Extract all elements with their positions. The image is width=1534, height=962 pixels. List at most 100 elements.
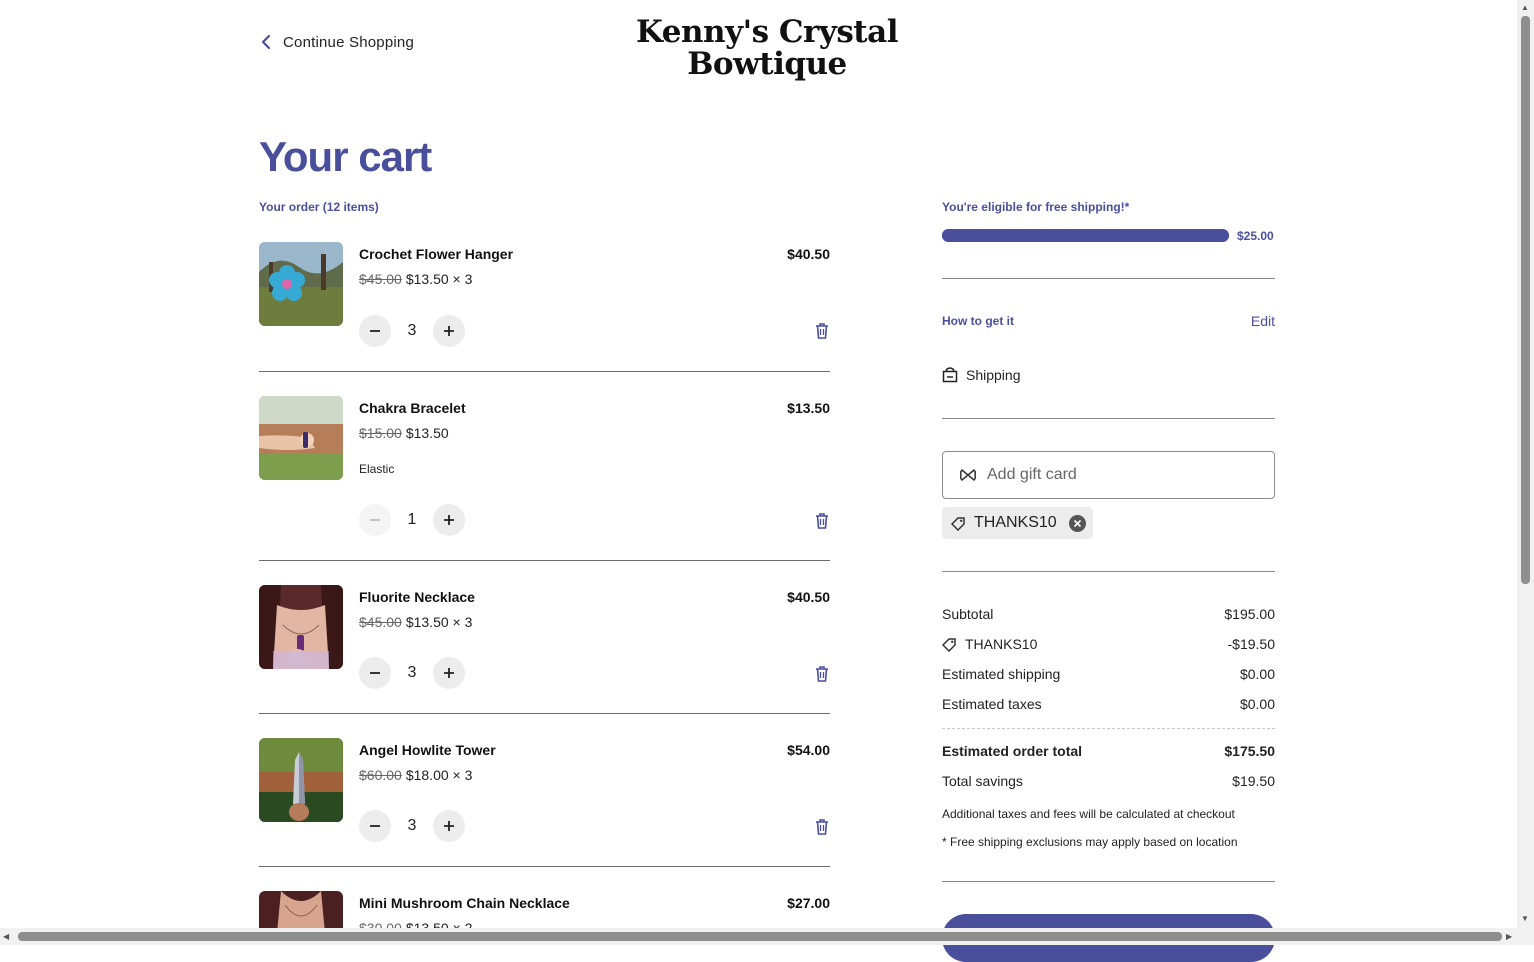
scroll-right-arrow-icon[interactable]: ▶	[1506, 932, 1512, 941]
quantity-stepper: 3	[359, 810, 465, 842]
edit-fulfillment-link[interactable]: Edit	[1251, 313, 1275, 329]
order-count: Your order (12 items)	[259, 200, 379, 214]
quantity-value: 3	[407, 817, 417, 834]
savings-row: Total savings $19.50	[942, 773, 1275, 789]
horizontal-scroll-thumb[interactable]	[18, 932, 1502, 941]
quantity-stepper: 1	[359, 504, 465, 536]
progress-fill	[942, 229, 1229, 242]
taxes-value: $0.00	[1239, 696, 1275, 712]
original-price: $30.00	[359, 920, 402, 928]
shipping-row: Estimated shipping $0.00	[942, 666, 1275, 682]
unit-price: $45.00 $13.50 × 3	[359, 614, 472, 630]
store-logo[interactable]: Kenny's Crystal Bowtique	[600, 16, 934, 80]
brand-line-2: Bowtique	[687, 46, 847, 82]
product-name[interactable]: Angel Howlite Tower	[359, 742, 496, 758]
fulfillment-method: Shipping	[942, 366, 1021, 383]
increase-quantity-button[interactable]	[433, 315, 465, 347]
free-shipping-progress-bar	[942, 229, 1229, 242]
plus-icon	[444, 515, 454, 525]
sale-price-qty: $13.50 × 2	[405, 920, 473, 928]
scroll-up-arrow-icon[interactable]: ▲	[1521, 3, 1529, 12]
vertical-scroll-thumb[interactable]	[1521, 16, 1530, 584]
tag-icon	[950, 515, 966, 531]
product-image[interactable]	[259, 585, 343, 669]
remove-item-button[interactable]	[814, 818, 830, 836]
product-name[interactable]: Fluorite Necklace	[359, 589, 475, 605]
order-total-value: $175.50	[1224, 743, 1275, 759]
line-total: $40.50	[787, 246, 830, 262]
original-price: $45.00	[359, 614, 402, 630]
scroll-down-arrow-icon[interactable]: ▼	[1521, 914, 1529, 923]
gift-card-input[interactable]	[985, 465, 1249, 485]
gift-card-field[interactable]	[942, 451, 1275, 499]
product-image[interactable]	[259, 396, 343, 480]
minus-icon	[370, 330, 380, 332]
decrease-quantity-button[interactable]	[359, 810, 391, 842]
cart-item: Mini Mushroom Chain Necklace $27.00 $30.…	[259, 891, 830, 928]
cart-item: Chakra Bracelet $13.50 $15.00 $13.50 Elas…	[259, 396, 830, 536]
gift-bow-icon	[959, 466, 977, 484]
savings-value: $19.50	[1232, 773, 1275, 789]
shipping-exclusions-note: * Free shipping exclusions may apply bas…	[942, 835, 1238, 849]
product-name[interactable]: Chakra Bracelet	[359, 400, 466, 416]
free-shipping-message: You're eligible for free shipping!*	[942, 200, 1130, 214]
continue-shopping-label: Continue Shopping	[283, 33, 415, 51]
discount-value: -$19.50	[1227, 636, 1275, 652]
vertical-scrollbar[interactable]: ▲ ▼	[1517, 0, 1534, 928]
unit-price: $30.00 $13.50 × 2	[359, 920, 472, 928]
line-total: $54.00	[787, 742, 830, 758]
minus-icon	[370, 519, 380, 521]
chevron-left-icon	[259, 33, 273, 51]
divider	[259, 371, 830, 372]
original-price: $60.00	[359, 767, 402, 783]
decrease-quantity-button[interactable]	[359, 315, 391, 347]
close-icon	[1073, 519, 1081, 527]
product-image[interactable]	[259, 242, 343, 326]
taxes-note: Additional taxes and fees will be calcul…	[942, 807, 1235, 821]
divider	[942, 571, 1275, 572]
quantity-stepper: 3	[359, 657, 465, 689]
remove-item-button[interactable]	[814, 665, 830, 683]
horizontal-scrollbar[interactable]: ◀ ▶	[0, 928, 1534, 945]
product-name[interactable]: Crochet Flower Hanger	[359, 246, 513, 262]
fulfillment-heading: How to get it	[942, 314, 1014, 328]
shipping-row-label: Estimated shipping	[942, 666, 1061, 682]
remove-discount-button[interactable]	[1068, 514, 1086, 532]
sale-price-qty: $13.50 × 3	[405, 614, 473, 630]
increase-quantity-button[interactable]	[433, 657, 465, 689]
minus-icon	[370, 825, 380, 827]
unit-price: $60.00 $18.00 × 3	[359, 767, 472, 783]
minus-icon	[370, 672, 380, 674]
taxes-label: Estimated taxes	[942, 696, 1042, 712]
decrease-quantity-button[interactable]	[359, 657, 391, 689]
trash-icon	[816, 666, 828, 682]
discount-row: THANKS10 -$19.50	[942, 636, 1275, 652]
divider	[259, 713, 830, 714]
increase-quantity-button[interactable]	[433, 504, 465, 536]
divider	[259, 560, 830, 561]
brand-line-1: Kenny's Crystal	[636, 14, 898, 50]
shipping-row-value: $0.00	[1239, 666, 1275, 682]
cart-item: Angel Howlite Tower $54.00 $60.00 $18.00 …	[259, 738, 830, 848]
cart-item: Crochet Flower Hanger $40.50 $45.00 $13.5…	[259, 242, 830, 352]
product-image[interactable]	[259, 891, 343, 928]
continue-shopping-link[interactable]: Continue Shopping	[259, 30, 414, 54]
remove-item-button[interactable]	[814, 512, 830, 530]
line-total: $27.00	[787, 895, 830, 911]
plus-icon	[444, 326, 454, 336]
divider	[942, 278, 1275, 279]
decrease-quantity-button[interactable]	[359, 504, 391, 536]
line-total: $40.50	[787, 589, 830, 605]
product-image[interactable]	[259, 738, 343, 822]
line-total: $13.50	[787, 400, 830, 416]
original-price: $45.00	[359, 271, 402, 287]
remove-item-button[interactable]	[814, 322, 830, 340]
increase-quantity-button[interactable]	[433, 810, 465, 842]
quantity-stepper: 3	[359, 315, 465, 347]
product-name[interactable]: Mini Mushroom Chain Necklace	[359, 895, 570, 911]
scroll-left-arrow-icon[interactable]: ◀	[3, 932, 9, 941]
divider	[942, 418, 1275, 419]
quantity-value: 3	[407, 322, 417, 339]
savings-label: Total savings	[942, 773, 1023, 789]
original-price: $15.00	[359, 425, 402, 441]
